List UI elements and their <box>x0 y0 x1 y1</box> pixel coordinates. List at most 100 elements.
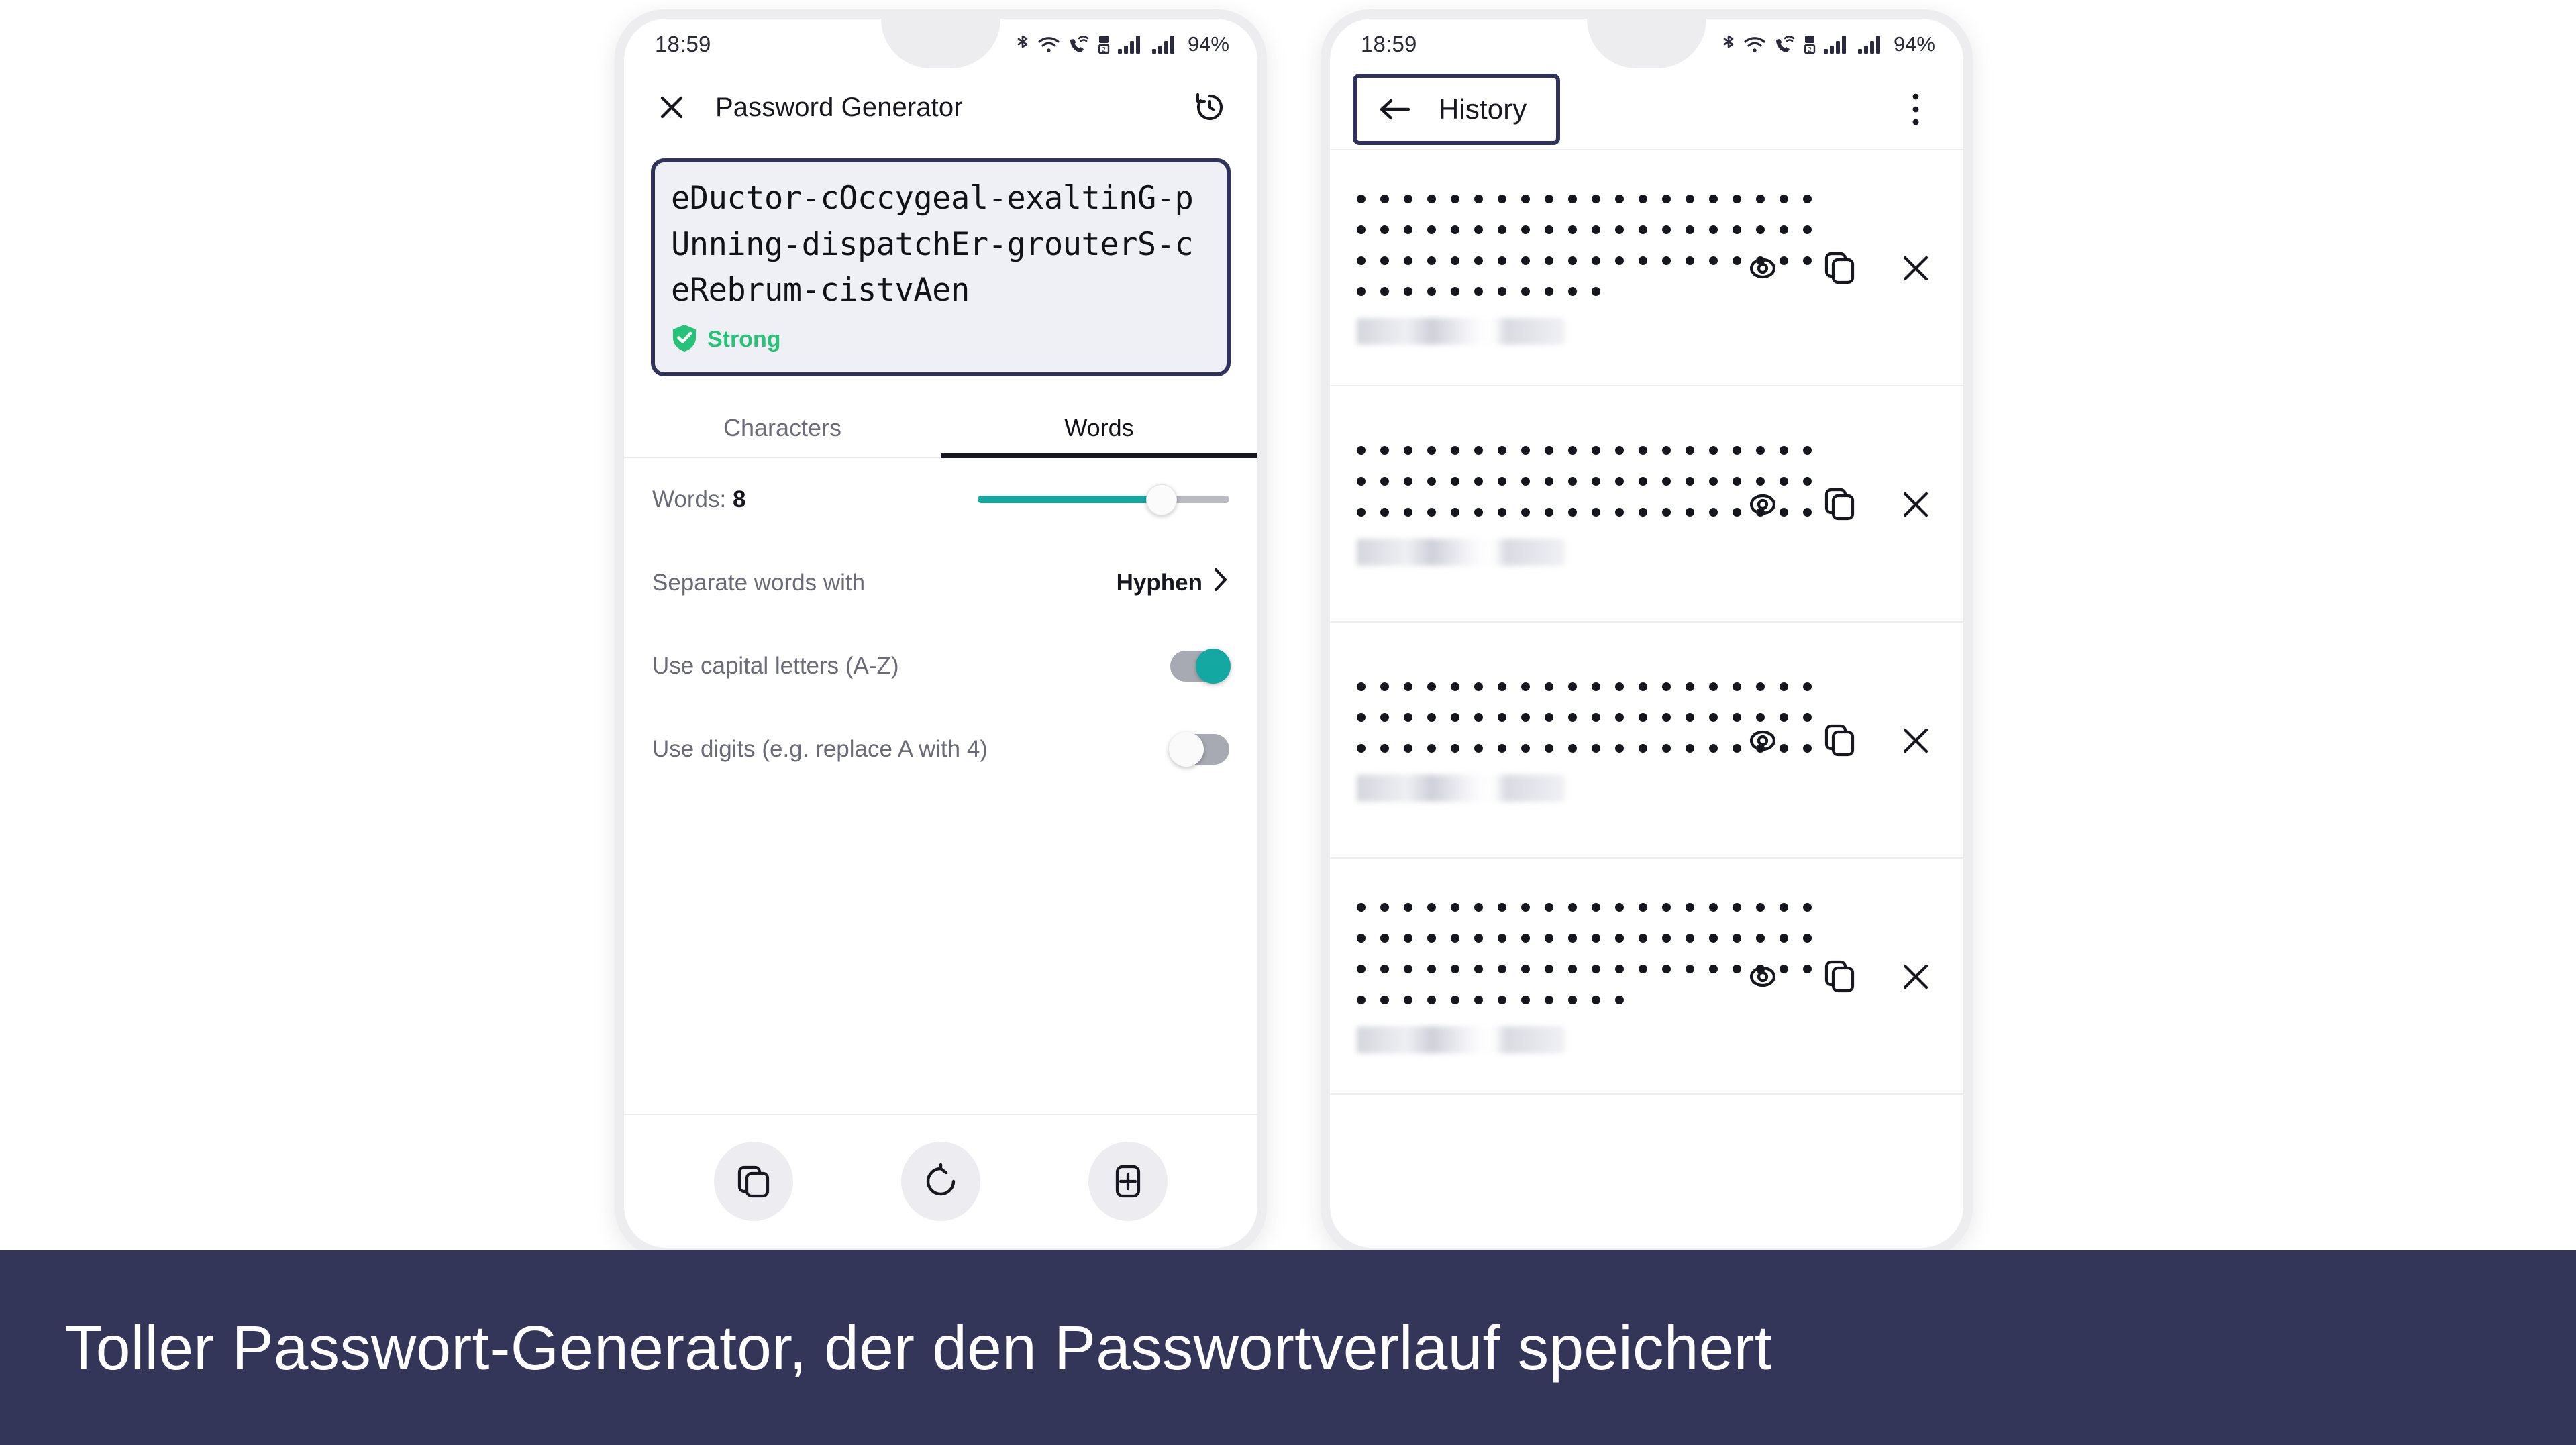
mask-dot <box>1568 508 1577 517</box>
history-list-item[interactable] <box>1330 150 1963 386</box>
mask-dot <box>1380 446 1389 455</box>
mask-dot <box>1592 744 1600 753</box>
close-icon[interactable] <box>651 87 692 128</box>
reveal-password-button[interactable] <box>1742 957 1784 999</box>
history-app-bar: History <box>1330 70 1963 149</box>
caption-bar: Toller Passwort-Generator, der den Passw… <box>0 1250 2576 1445</box>
mask-dot <box>1686 965 1694 973</box>
phone-mockup-history: 18:59 2 94% History <box>1321 9 1973 1257</box>
regenerate-password-button[interactable] <box>900 1142 980 1221</box>
history-list[interactable] <box>1330 149 1963 1095</box>
history-header-highlight: History <box>1353 74 1561 145</box>
mask-dot <box>1686 934 1694 943</box>
slider-thumb[interactable] <box>1145 484 1177 515</box>
mask-dot <box>1357 446 1366 455</box>
battery-percent: 94% <box>1187 32 1229 56</box>
mask-dot <box>1474 195 1483 203</box>
copy-password-button[interactable] <box>1818 249 1860 290</box>
wifi-icon <box>1743 34 1766 55</box>
mask-dot <box>1357 477 1366 486</box>
generator-settings: Words: 8 Separate words with Hyphen Use … <box>624 458 1257 791</box>
masked-password-line <box>1357 996 1715 1004</box>
history-item-actions <box>1715 957 1937 999</box>
mask-dot <box>1568 744 1577 753</box>
setting-row-separator[interactable]: Separate words with Hyphen <box>652 541 1229 625</box>
mask-dot <box>1662 713 1671 722</box>
mask-dot <box>1545 965 1553 973</box>
mask-dot <box>1357 996 1366 1004</box>
mask-dot <box>1404 195 1412 203</box>
mask-dot <box>1474 965 1483 973</box>
words-value: 8 <box>732 486 746 513</box>
reveal-password-button[interactable] <box>1742 249 1784 290</box>
mask-dot <box>1639 713 1647 722</box>
phone-mockup-generator: 18:59 2 94% Password Generator eDuctor-c… <box>615 9 1267 1257</box>
mask-dot <box>1686 508 1694 517</box>
mask-dot <box>1686 225 1694 234</box>
mask-dot <box>1380 287 1389 296</box>
mask-dot <box>1521 225 1530 234</box>
password-display-section: eDuctor-cOccygeal-exaltinG-pUnning-dispa… <box>624 145 1257 376</box>
capitals-toggle[interactable] <box>1170 648 1231 684</box>
generator-screen: 18:59 2 94% Password Generator eDuctor-c… <box>624 19 1257 1248</box>
digits-toggle[interactable] <box>1169 731 1229 767</box>
copy-icon <box>1821 722 1857 762</box>
mask-dot <box>1709 225 1718 234</box>
mask-dot <box>1639 903 1647 912</box>
mask-dot <box>1404 287 1412 296</box>
mask-dot <box>1545 446 1553 455</box>
mask-dot <box>1545 934 1553 943</box>
more-vertical-icon[interactable] <box>1895 89 1937 130</box>
mask-dot <box>1756 934 1765 943</box>
masked-password-line <box>1357 477 1812 486</box>
digits-label: Use digits (e.g. replace A with 4) <box>652 735 988 762</box>
back-arrow-icon[interactable] <box>1374 89 1416 130</box>
reveal-password-button[interactable] <box>1742 721 1784 763</box>
page-title: History <box>1439 93 1527 125</box>
signal-bars-1-icon <box>1117 34 1144 54</box>
masked-password-line <box>1357 287 1715 296</box>
mask-dot <box>1451 903 1459 912</box>
mask-dot <box>1803 195 1812 203</box>
copy-password-button[interactable] <box>714 1142 794 1221</box>
mask-dot <box>1686 446 1694 455</box>
delete-password-button[interactable] <box>1895 485 1937 527</box>
setting-row-words: Words: 8 <box>652 458 1229 541</box>
mask-dot <box>1662 965 1671 973</box>
tab-words[interactable]: Words <box>941 396 1257 458</box>
delete-password-button[interactable] <box>1895 957 1937 999</box>
mask-dot <box>1357 508 1366 517</box>
mask-dot <box>1451 713 1459 722</box>
masked-password-line <box>1357 195 1812 203</box>
save-password-button[interactable] <box>1088 1142 1168 1221</box>
masked-password <box>1357 682 1812 802</box>
mask-dot <box>1451 996 1459 1004</box>
mask-dot <box>1568 934 1577 943</box>
mask-dot <box>1662 195 1671 203</box>
generator-tabs: Characters Words <box>624 396 1257 458</box>
mask-dot <box>1380 225 1389 234</box>
copy-password-button[interactable] <box>1818 957 1860 999</box>
mask-dot <box>1404 744 1412 753</box>
mask-dot <box>1521 965 1530 973</box>
mask-dot <box>1498 256 1506 265</box>
password-strength-indicator: Strong <box>671 323 1210 356</box>
history-clock-icon[interactable] <box>1189 87 1231 128</box>
reveal-password-button[interactable] <box>1742 485 1784 527</box>
mask-dot <box>1474 934 1483 943</box>
history-list-item[interactable] <box>1330 859 1963 1095</box>
delete-password-button[interactable] <box>1895 249 1937 290</box>
tab-characters[interactable]: Characters <box>624 396 941 457</box>
copy-password-button[interactable] <box>1818 485 1860 527</box>
delete-password-button[interactable] <box>1895 721 1937 763</box>
words-slider[interactable] <box>978 484 1229 515</box>
copy-password-button[interactable] <box>1818 721 1860 763</box>
generated-password-box[interactable]: eDuctor-cOccygeal-exaltinG-pUnning-dispa… <box>651 158 1231 376</box>
mask-dot <box>1615 996 1624 1004</box>
mask-dot <box>1404 682 1412 691</box>
history-list-item[interactable] <box>1330 623 1963 859</box>
mask-dot <box>1568 996 1577 1004</box>
separator-value-group[interactable]: Hyphen <box>1117 567 1229 598</box>
history-list-item[interactable] <box>1330 386 1963 623</box>
mask-dot <box>1427 744 1436 753</box>
